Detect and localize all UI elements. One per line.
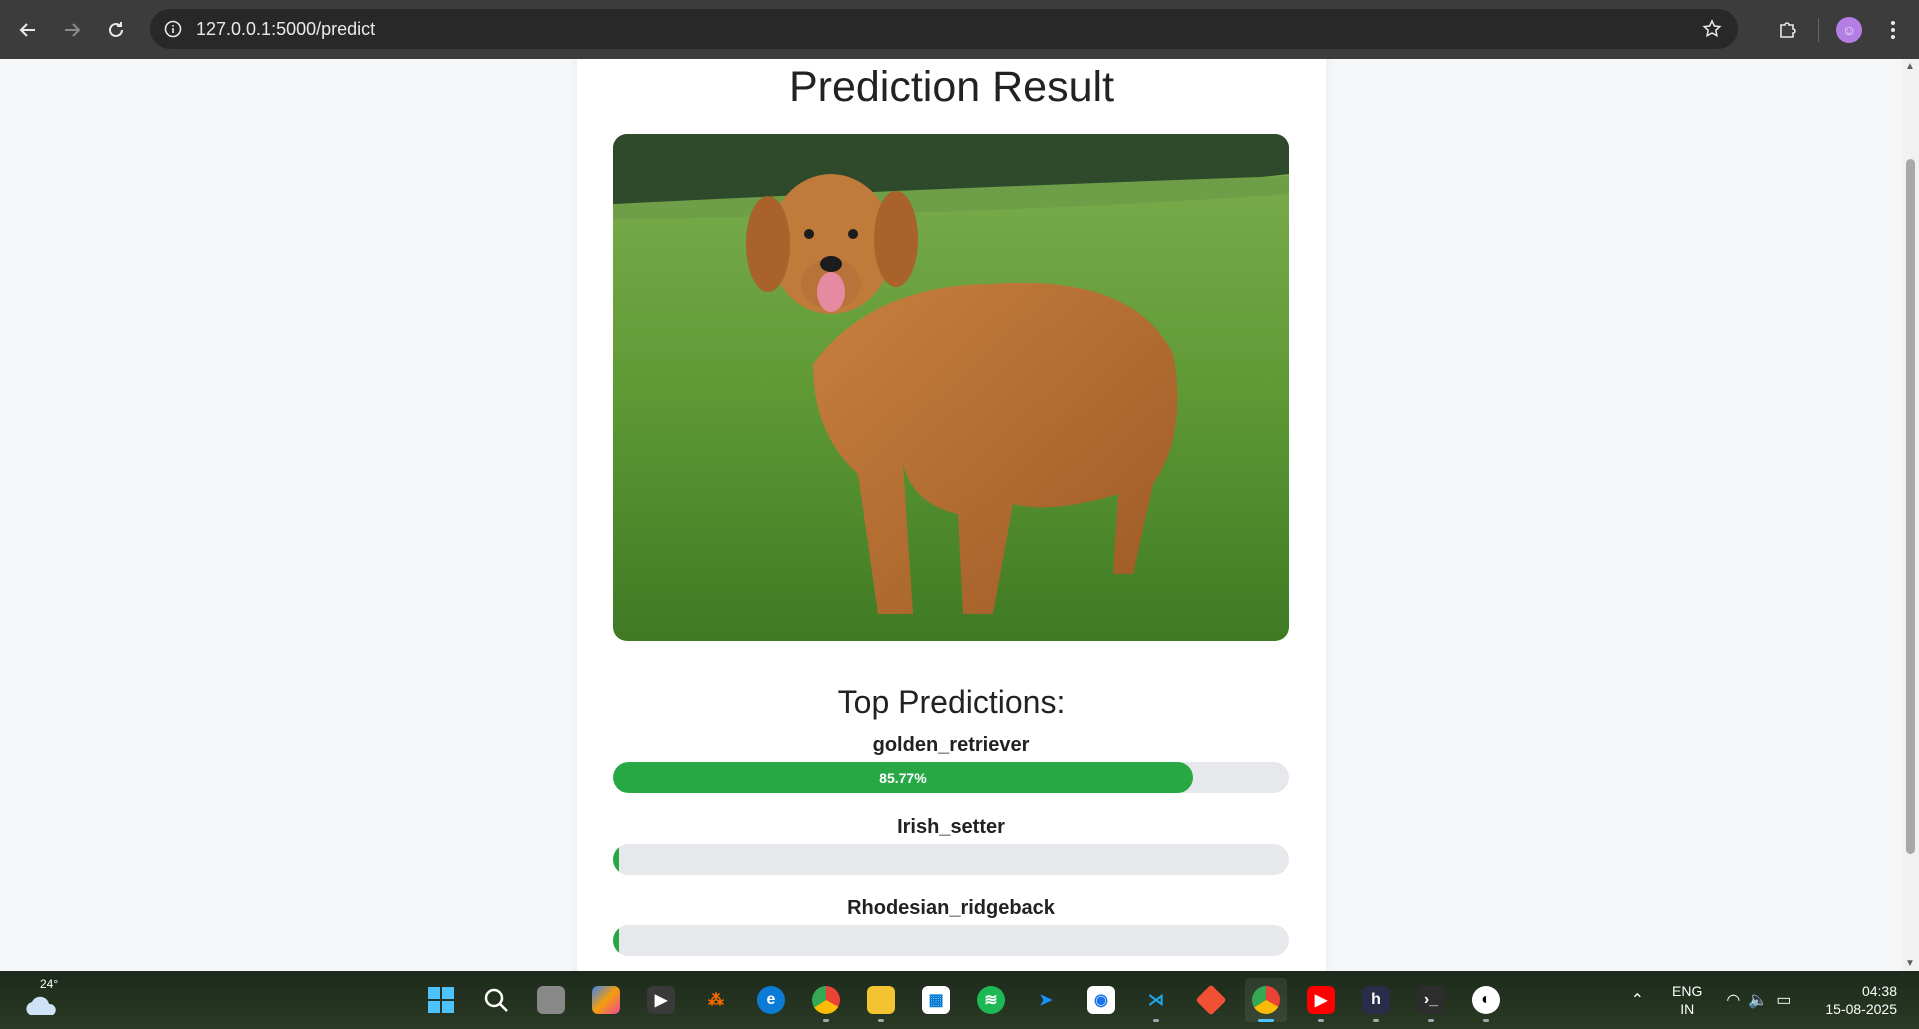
github-icon: ◐ (1472, 986, 1500, 1014)
chrome-icon (1252, 986, 1280, 1014)
result-card: Prediction Result Top Predictions: golde… (577, 59, 1326, 971)
url-text: 127.0.0.1:5000/predict (196, 18, 376, 39)
toolbar-right: ☺ (1766, 0, 1919, 59)
forward-button[interactable] (50, 8, 94, 52)
spotify-icon: ≋ (977, 986, 1005, 1014)
progress-fill (613, 844, 619, 875)
app-icon: ◉ (1087, 986, 1115, 1014)
git-button[interactable] (1190, 978, 1232, 1022)
weather-widget[interactable]: 24° (22, 977, 62, 1019)
dog-photo (613, 134, 1289, 641)
reload-icon (109, 21, 123, 37)
app-icon: ➤ (1039, 992, 1053, 1009)
task-view-icon (537, 986, 565, 1014)
vscode-button[interactable]: ⋊ (1135, 978, 1177, 1022)
chrome-button-active[interactable] (1245, 978, 1287, 1022)
page-title: Prediction Result (788, 63, 1115, 111)
extensions-button[interactable] (1766, 8, 1810, 52)
lang-line2: IN (1680, 1001, 1695, 1017)
cloud-icon (26, 996, 56, 1015)
vertical-scrollbar[interactable]: ▲ ▼ (1902, 59, 1919, 971)
search-icon (484, 988, 508, 1012)
date: 15-08-2025 (1825, 1001, 1897, 1017)
start-button[interactable] (420, 978, 462, 1022)
chrome-icon (812, 986, 840, 1014)
app-icon: ⁂ (708, 992, 724, 1009)
spotify-button[interactable]: ≋ (970, 978, 1012, 1022)
file-explorer-icon (867, 986, 895, 1014)
windows-start-icon (428, 987, 454, 1013)
reload-button[interactable] (94, 8, 138, 52)
progress-fill (613, 925, 619, 956)
scroll-up-icon[interactable]: ▲ (1905, 61, 1915, 72)
volume-icon[interactable]: 🔈 (1748, 990, 1768, 1010)
youtube-button[interactable]: ▶ (1300, 978, 1342, 1022)
copilot-icon (592, 986, 620, 1014)
git-icon (1195, 984, 1227, 1016)
vscode-icon: ⋊ (1148, 992, 1164, 1009)
wifi-icon[interactable]: ◠ (1726, 990, 1740, 1010)
copilot-button[interactable] (585, 978, 627, 1022)
app-button[interactable]: ➤ (1025, 978, 1067, 1022)
hackerrank-icon: h (1362, 986, 1390, 1014)
system-tray: ⌃ ENG IN ◠ 🔈 ▭ 04:38 15-08-2025 (1631, 971, 1919, 1029)
scroll-down-icon[interactable]: ▼ (1905, 958, 1915, 969)
profile-button[interactable]: ☺ (1827, 8, 1871, 52)
arrow-right-icon (65, 22, 81, 37)
search-button[interactable] (475, 978, 517, 1022)
progress-track (613, 925, 1289, 956)
progress-track (613, 844, 1289, 875)
prediction-item: Rhodesian_ridgeback (613, 894, 1289, 956)
puzzle-icon (1780, 21, 1796, 38)
language-indicator[interactable]: ENG IN (1672, 982, 1702, 1018)
terminal-button[interactable]: ›_ (1410, 978, 1452, 1022)
app-button[interactable]: ◉ (1080, 978, 1122, 1022)
store-icon: ▦ (922, 986, 950, 1014)
info-icon[interactable] (164, 20, 182, 38)
lang-line1: ENG (1672, 983, 1703, 999)
kebab-menu-icon (1891, 20, 1895, 39)
app-button[interactable]: ⁂ (695, 978, 737, 1022)
prediction-label: golden_retriever (872, 734, 1030, 756)
prediction-item: golden_retriever 85.77% (613, 731, 1289, 793)
chevron-up-icon[interactable]: ⌃ (1631, 990, 1644, 1010)
media-app-button[interactable]: ▶ (640, 978, 682, 1022)
progress-fill: 85.77% (613, 762, 1193, 793)
taskbar-apps: ▶ ⁂ e ▦ ≋ ➤ ◉ ⋊ ▶ h ›_ ◐ (420, 978, 1507, 1022)
file-explorer-button[interactable] (860, 978, 902, 1022)
prediction-label: Rhodesian_ridgeback (847, 897, 1055, 919)
battery-icon[interactable]: ▭ (1776, 990, 1791, 1010)
clock[interactable]: 04:38 15-08-2025 (1825, 982, 1897, 1018)
prediction-label: Irish_setter (897, 816, 1005, 838)
progress-track: 85.77% (613, 762, 1289, 793)
chrome-button[interactable] (805, 978, 847, 1022)
back-button[interactable] (6, 8, 50, 52)
prediction-item: Irish_setter (613, 813, 1289, 875)
avatar: ☺ (1836, 16, 1862, 43)
temperature: 24° (40, 977, 59, 991)
address-bar[interactable]: 127.0.0.1:5000/predict (150, 9, 1738, 49)
time: 04:38 (1861, 983, 1897, 999)
terminal-icon: ›_ (1417, 986, 1445, 1014)
youtube-icon: ▶ (1307, 986, 1335, 1014)
browser-toolbar: 127.0.0.1:5000/predict ☺ (0, 0, 1919, 59)
media-icon: ▶ (647, 986, 675, 1014)
edge-button[interactable]: e (750, 978, 792, 1022)
github-button[interactable]: ◐ (1465, 978, 1507, 1022)
menu-button[interactable] (1871, 8, 1915, 52)
arrow-left-icon (19, 22, 35, 37)
task-view-button[interactable] (530, 978, 572, 1022)
scroll-thumb[interactable] (1906, 159, 1915, 854)
bookmark-star-icon[interactable] (1702, 19, 1722, 39)
page-viewport: Prediction Result Top Predictions: golde… (0, 59, 1902, 971)
hackerrank-button[interactable]: h (1355, 978, 1397, 1022)
edge-icon: e (757, 986, 785, 1014)
taskbar: 24° ▶ ⁂ e ▦ ≋ ➤ ◉ ⋊ ▶ h ›_ ◐ ⌃ ENG IN ◠ … (0, 971, 1919, 1029)
store-button[interactable]: ▦ (915, 978, 957, 1022)
predictions-heading: Top Predictions: (837, 684, 1066, 720)
